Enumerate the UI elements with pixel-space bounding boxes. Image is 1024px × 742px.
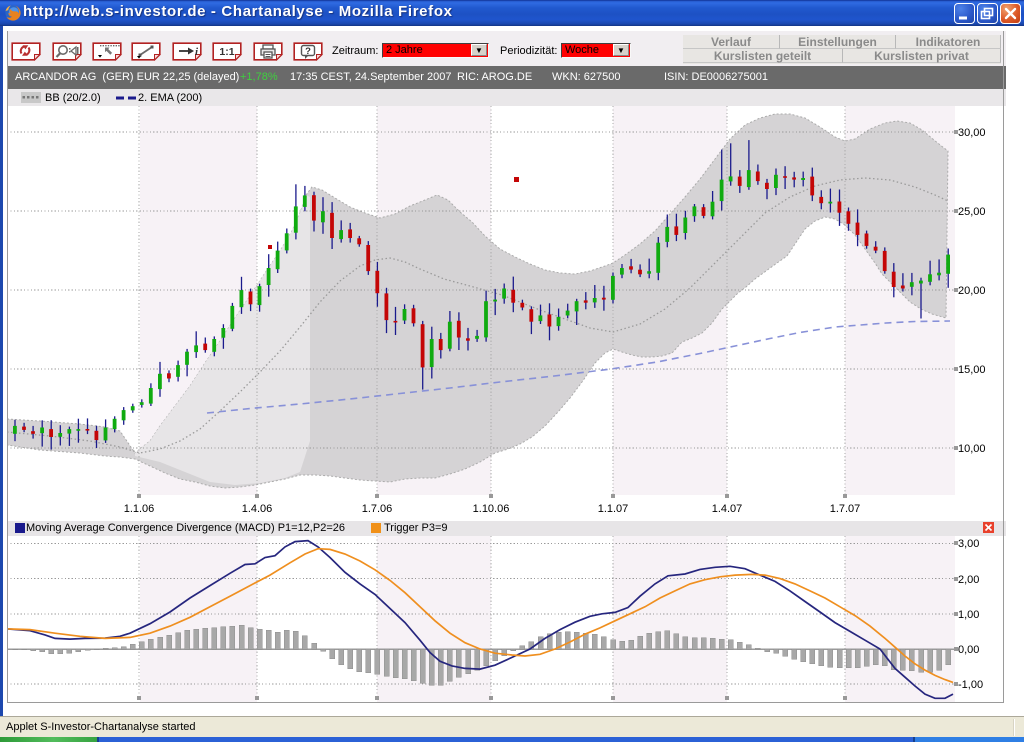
svg-text:-1,00: -1,00 xyxy=(958,679,983,691)
svg-text:0,00: 0,00 xyxy=(958,644,979,656)
svg-text:1.1.07: 1.1.07 xyxy=(598,503,629,515)
svg-text:1.4.07: 1.4.07 xyxy=(712,503,743,515)
svg-text:15,00: 15,00 xyxy=(958,364,986,376)
svg-text:1,00: 1,00 xyxy=(958,609,979,621)
svg-text:3,00: 3,00 xyxy=(958,538,979,550)
svg-text:1.7.07: 1.7.07 xyxy=(830,503,861,515)
svg-text:1.4.06: 1.4.06 xyxy=(242,503,273,515)
svg-text:20,00: 20,00 xyxy=(958,285,986,297)
svg-text:10,00: 10,00 xyxy=(958,443,986,455)
svg-text:1.7.06: 1.7.06 xyxy=(362,503,393,515)
svg-text:1.1.06: 1.1.06 xyxy=(124,503,155,515)
svg-text:1:1: 1:1 xyxy=(219,46,234,58)
svg-text:2,00: 2,00 xyxy=(958,574,979,586)
svg-text:30,00: 30,00 xyxy=(958,127,986,139)
svg-text:25,00: 25,00 xyxy=(958,206,986,218)
svg-text:?: ? xyxy=(305,46,311,57)
svg-text:1.10.06: 1.10.06 xyxy=(473,503,510,515)
